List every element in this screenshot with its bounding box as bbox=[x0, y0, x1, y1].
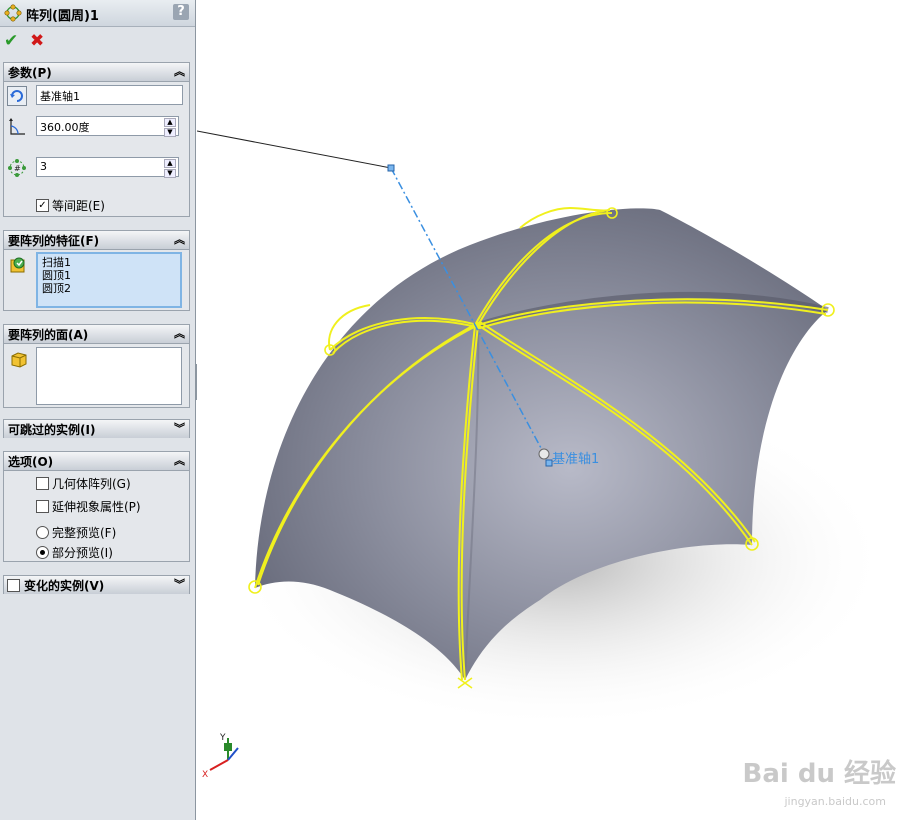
geometry-pattern-checkbox[interactable]: 几何体阵列(G) bbox=[36, 475, 131, 492]
geometry-pattern-label: 几何体阵列(G) bbox=[52, 477, 131, 491]
chevron-up-icon[interactable]: ︽ bbox=[174, 452, 185, 468]
equal-spacing-checkbox[interactable]: ✓ 等间距(E) bbox=[36, 197, 105, 214]
graphics-viewport[interactable]: 基准轴1 Y X Bai du 经验 jingyan.baidu.com bbox=[197, 0, 904, 820]
propagate-visual-label: 延伸视象属性(P) bbox=[52, 500, 141, 514]
features-to-pattern-group: 要阵列的特征(F) ︽ 扫描1 圆顶1 圆顶2 bbox=[3, 230, 190, 311]
features-list[interactable]: 扫描1 圆顶1 圆顶2 bbox=[36, 252, 182, 308]
page-title: 阵列(圆周)1 bbox=[26, 9, 99, 24]
instance-count-value: 3 bbox=[40, 160, 47, 173]
options-group: 选项(O) ︽ 几何体阵列(G) 延伸视象属性(P) 完整预览(F) 部分预览(… bbox=[3, 451, 190, 562]
faces-list[interactable] bbox=[36, 347, 182, 405]
face-selection-icon bbox=[11, 352, 27, 368]
chevron-up-icon[interactable]: ︽ bbox=[174, 325, 185, 341]
angle-input[interactable]: 360.00度 ▲ ▼ bbox=[36, 116, 179, 137]
model-view[interactable]: 基准轴1 Y X bbox=[197, 0, 904, 820]
ok-cancel-bar: ✔ ✖ bbox=[4, 32, 56, 50]
faces-header[interactable]: 要阵列的面(A) ︽ bbox=[4, 325, 189, 344]
instance-count-icon: # bbox=[8, 159, 26, 177]
chevron-up-icon[interactable]: ︽ bbox=[174, 63, 185, 79]
property-manager-title-bar: 阵列(圆周)1 ? bbox=[0, 0, 195, 27]
leader-line bbox=[197, 130, 392, 169]
instance-count-stepper[interactable]: ▲ ▼ bbox=[164, 159, 176, 178]
full-preview-radio-button[interactable] bbox=[36, 526, 49, 539]
axis-field[interactable]: 基准轴1 bbox=[36, 85, 183, 105]
help-icon[interactable]: ? bbox=[173, 4, 189, 20]
x-icon[interactable]: ✖ bbox=[30, 32, 48, 50]
angle-stepper[interactable]: ▲ ▼ bbox=[164, 118, 176, 137]
axis-symbol-icon bbox=[538, 448, 550, 460]
full-preview-label: 完整预览(F) bbox=[52, 526, 117, 540]
angle-icon bbox=[9, 118, 25, 135]
parameters-header[interactable]: 参数(P) ︽ bbox=[4, 63, 189, 82]
parameters-header-label: 参数(P) bbox=[8, 66, 52, 80]
partial-preview-label: 部分预览(I) bbox=[52, 546, 113, 560]
watermark-logo: Bai du 经验 bbox=[742, 759, 897, 789]
propagate-visual-check[interactable] bbox=[36, 500, 49, 513]
equal-spacing-check[interactable]: ✓ bbox=[36, 199, 49, 212]
triad-x-label: X bbox=[202, 770, 208, 780]
list-item[interactable]: 圆顶2 bbox=[42, 282, 176, 295]
list-item[interactable]: 扫描1 bbox=[42, 256, 176, 269]
svg-text:#: # bbox=[14, 164, 21, 173]
feature-selection-icon bbox=[10, 257, 25, 273]
list-item[interactable]: 圆顶1 bbox=[42, 269, 176, 282]
chevron-down-icon[interactable]: ︾ bbox=[174, 420, 185, 436]
chevron-up-icon[interactable]: ︽ bbox=[174, 231, 185, 247]
vary-checkbox[interactable] bbox=[7, 579, 20, 592]
features-header[interactable]: 要阵列的特征(F) ︽ bbox=[4, 231, 189, 250]
axis-handle-top[interactable] bbox=[387, 164, 395, 172]
watermark-url: jingyan.baidu.com bbox=[784, 795, 886, 808]
options-header-label: 选项(O) bbox=[8, 455, 54, 469]
partial-preview-radio[interactable]: 部分预览(I) bbox=[36, 544, 113, 561]
triad-y-label: Y bbox=[219, 733, 226, 743]
propagate-visual-checkbox[interactable]: 延伸视象属性(P) bbox=[36, 498, 141, 515]
rotation-axis-icon[interactable] bbox=[7, 86, 27, 106]
instances-to-skip-group[interactable]: 可跳过的实例(I) ︾ bbox=[3, 419, 190, 438]
features-header-label: 要阵列的特征(F) bbox=[8, 234, 100, 248]
geometry-pattern-check[interactable] bbox=[36, 477, 49, 490]
faces-header-label: 要阵列的面(A) bbox=[8, 328, 89, 342]
check-icon[interactable]: ✔ bbox=[4, 32, 22, 50]
varying-instance-group[interactable]: 变化的实例(V) ︾ bbox=[3, 575, 190, 594]
angle-value: 360.00度 bbox=[40, 121, 90, 134]
parameters-group: 参数(P) ︽ 基准轴1 360.00度 ▲ ▼ # 3 ▲ ▼ ✓ 等间距(E… bbox=[3, 62, 190, 217]
faces-to-pattern-group: 要阵列的面(A) ︽ bbox=[3, 324, 190, 408]
full-preview-radio[interactable]: 完整预览(F) bbox=[36, 524, 116, 541]
view-triad: Y X bbox=[202, 733, 239, 780]
property-manager: 阵列(圆周)1 ? ✔ ✖ 参数(P) ︽ 基准轴1 360.00度 ▲ ▼ #… bbox=[0, 0, 196, 820]
partial-preview-radio-button[interactable] bbox=[36, 546, 49, 559]
skip-header[interactable]: 可跳过的实例(I) ︾ bbox=[4, 420, 189, 438]
axis-label[interactable]: 基准轴1 bbox=[552, 452, 599, 467]
skip-header-label: 可跳过的实例(I) bbox=[8, 423, 96, 437]
circular-pattern-icon bbox=[4, 4, 22, 22]
equal-spacing-label: 等间距(E) bbox=[52, 199, 105, 213]
chevron-down-icon[interactable]: ︾ bbox=[174, 576, 185, 592]
options-header[interactable]: 选项(O) ︽ bbox=[4, 452, 189, 471]
vary-header-label: 变化的实例(V) bbox=[24, 579, 105, 593]
instance-count-input[interactable]: 3 ▲ ▼ bbox=[36, 157, 179, 178]
vary-header[interactable]: 变化的实例(V) ︾ bbox=[4, 576, 189, 594]
